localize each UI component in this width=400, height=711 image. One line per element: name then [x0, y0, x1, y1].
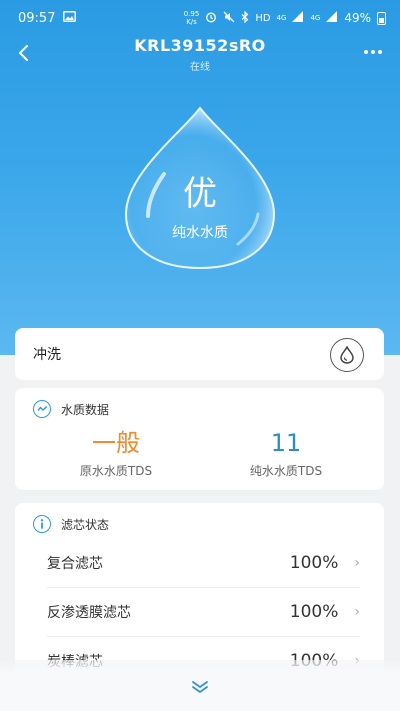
raw-tds-metric: 一般 原水水质TDS	[36, 428, 196, 479]
expand-button[interactable]	[184, 674, 216, 700]
device-title: KRL39152sRO	[134, 36, 266, 55]
net-speed: 0.95 K/s	[183, 10, 200, 26]
water-drop: 优 纯水水质	[118, 104, 282, 272]
raw-tds-value: 一般	[92, 429, 140, 457]
filter-value: 100%	[289, 602, 339, 622]
more-dot	[364, 50, 368, 54]
pure-tds-value: 11	[270, 429, 302, 457]
pure-tds-label: 纯水水质TDS	[249, 464, 323, 478]
flush-card: 冲洗	[15, 328, 384, 380]
filter-status-header: 滤芯状态	[33, 515, 109, 533]
battery-percent: 49%	[344, 11, 371, 25]
more-dot	[371, 50, 375, 54]
chevron-right-icon: ›	[354, 604, 360, 620]
water-quality-header: 水质数据	[33, 400, 109, 418]
water-quality-card: 水质数据 一般 原水水质TDS 11 纯水水质TDS	[15, 388, 384, 490]
hd-label: HD	[255, 12, 271, 24]
info-icon	[33, 515, 51, 533]
signal-4g-a: 4G	[276, 14, 287, 22]
signal-icon	[292, 11, 304, 25]
filter-status-title: 滤芯状态	[61, 517, 110, 532]
double-chevron-down-icon	[192, 681, 208, 693]
chevron-right-icon: ›	[354, 555, 360, 571]
water-drop-small-icon	[340, 346, 354, 364]
filter-name: 反渗透膜滤芯	[47, 605, 131, 621]
battery-icon	[377, 11, 386, 25]
device-status: 在线	[190, 62, 210, 73]
filter-name: 复合滤芯	[47, 556, 103, 572]
signal-icon-2	[326, 11, 338, 25]
filter-row-ro-membrane[interactable]: 反渗透膜滤芯 100% ›	[47, 588, 360, 637]
flush-label: 冲洗	[33, 347, 61, 363]
filter-row-composite[interactable]: 复合滤芯 100% ›	[47, 539, 360, 588]
raw-tds-label: 原水水质TDS	[79, 464, 153, 478]
more-dot	[378, 50, 382, 54]
gallery-icon	[63, 11, 77, 25]
signal-4g-b: 4G	[310, 14, 321, 22]
water-quality-title: 水质数据	[61, 402, 110, 417]
bluetooth-icon	[241, 10, 249, 26]
more-button[interactable]	[358, 40, 388, 64]
alarm-icon	[205, 11, 217, 26]
header: KRL39152sRO 在线	[0, 36, 400, 76]
status-bar: 09:57 0.95 K/s HD 4G 4G 49%	[0, 0, 400, 36]
trend-icon	[33, 400, 51, 418]
filter-value: 100%	[289, 553, 339, 573]
pure-tds-metric: 11 纯水水质TDS	[206, 428, 366, 479]
flush-button[interactable]	[330, 338, 364, 372]
status-time: 09:57	[18, 10, 56, 26]
water-grade: 优	[183, 174, 217, 214]
water-grade-label: 纯水水质	[172, 225, 228, 241]
mute-icon	[223, 11, 235, 26]
